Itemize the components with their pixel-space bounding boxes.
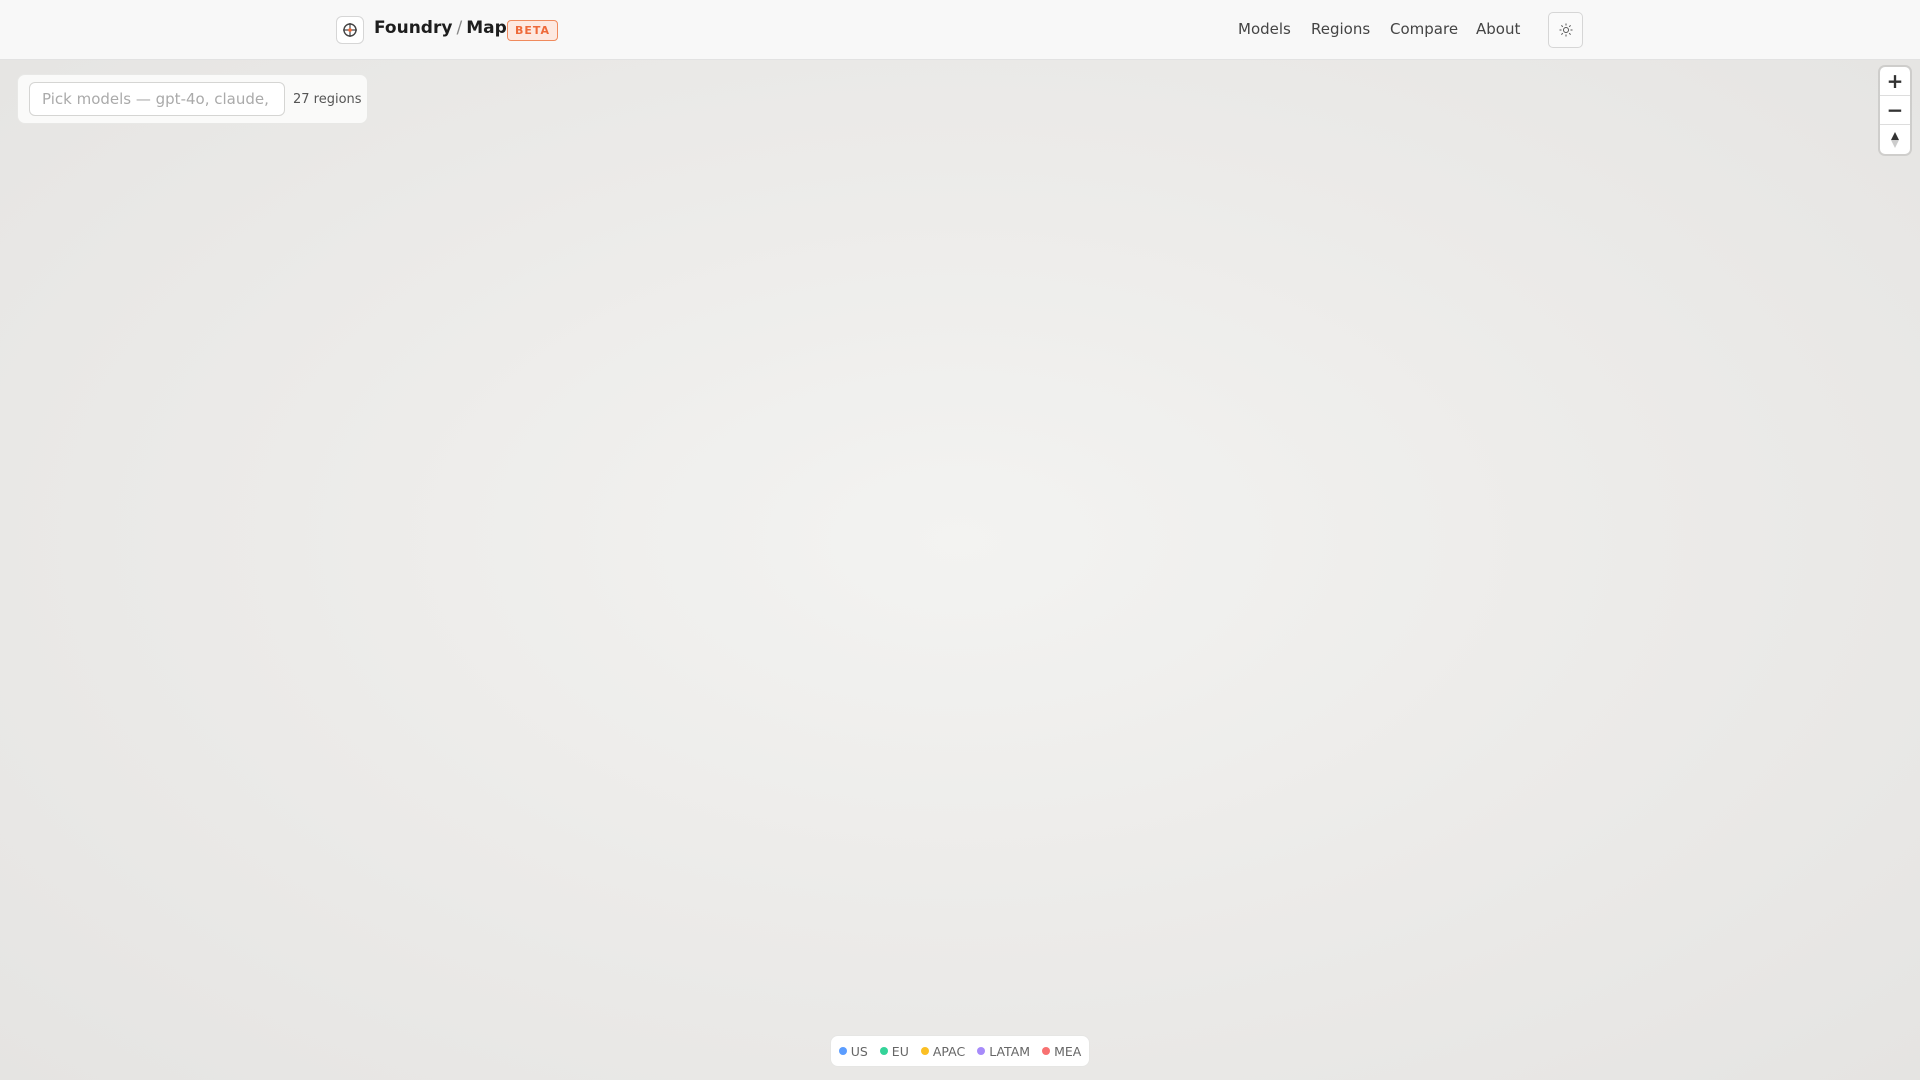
title-separator: / (456, 18, 463, 38)
zoom-out-button[interactable]: − (1880, 96, 1910, 125)
nav-models[interactable]: Models (1238, 20, 1291, 38)
map-zoom-controls: + − (1880, 67, 1910, 154)
logo-button[interactable] (336, 16, 364, 44)
legend-dot (879, 1047, 888, 1055)
region-count: 27 regions (293, 92, 362, 107)
legend-item-mea: MEA (1042, 1044, 1081, 1059)
nav-about[interactable]: About (1476, 20, 1520, 38)
region-legend: US EU APAC LATAM MEA (830, 1035, 1090, 1067)
legend-dot (977, 1047, 986, 1055)
legend-dot (1042, 1047, 1051, 1055)
page-title: Foundry / Map (374, 18, 507, 38)
model-picker-panel: 27 regions (17, 74, 368, 124)
page-name: Map (466, 18, 507, 38)
legend-item-apac: APAC (920, 1044, 965, 1059)
nav-regions[interactable]: Regions (1311, 20, 1370, 38)
legend-item-us: US (838, 1044, 868, 1059)
sun-icon (1559, 23, 1572, 37)
theme-toggle-button[interactable] (1548, 12, 1583, 48)
legend-dot (838, 1047, 847, 1055)
nav-compare[interactable]: Compare (1390, 20, 1458, 38)
crosshair-globe-icon (343, 23, 357, 37)
beta-badge: BETA (507, 20, 559, 41)
legend-dot (920, 1047, 929, 1055)
legend-item-latam: LATAM (977, 1044, 1030, 1059)
zoom-in-button[interactable]: + (1880, 67, 1910, 96)
legend-item-eu: EU (879, 1044, 909, 1059)
top-bar: Foundry / Map BETA Models Regions Compare … (0, 0, 1920, 60)
model-search-input[interactable] (29, 82, 285, 116)
compass-icon (1891, 131, 1899, 148)
reset-north-button[interactable] (1880, 125, 1910, 154)
brand-name: Foundry (374, 18, 453, 38)
